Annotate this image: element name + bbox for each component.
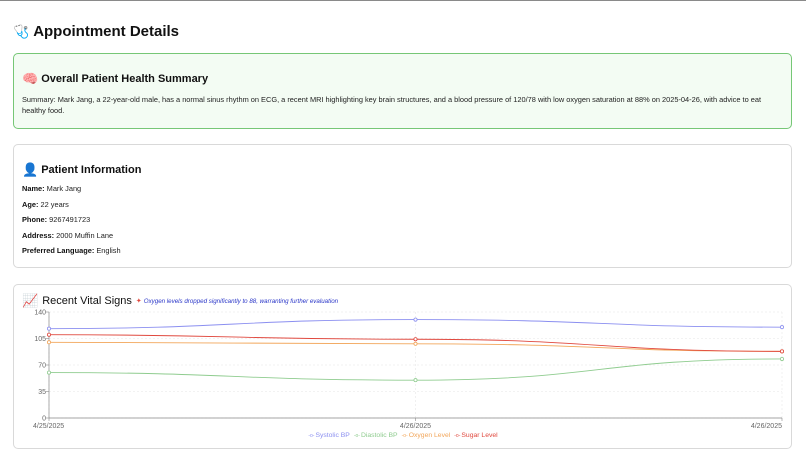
data-point — [413, 341, 418, 346]
x-tick-label: 4/26/2025 — [400, 423, 431, 430]
data-point — [413, 378, 418, 383]
x-tick-label: 4/25/2025 — [33, 423, 64, 430]
x-tick-label: 4/26/2025 — [751, 423, 782, 430]
legend-marker-icon: -o- — [353, 433, 360, 439]
legend-marker-icon: -o- — [401, 433, 408, 439]
data-point — [413, 337, 418, 342]
data-point — [413, 317, 418, 322]
legend-item[interactable]: -o-Systolic BP — [308, 432, 350, 439]
legend-marker-icon: -o- — [308, 433, 315, 439]
data-point — [780, 356, 785, 361]
y-tick-label: 140 — [34, 310, 46, 317]
legend-label: Systolic BP — [315, 432, 350, 439]
y-tick-label: 105 — [34, 336, 46, 343]
y-tick-label: 0 — [42, 416, 46, 423]
legend-item[interactable]: -o-Diastolic BP — [354, 432, 398, 439]
y-tick-label: 35 — [38, 389, 46, 396]
data-point — [47, 326, 52, 331]
data-point — [47, 332, 52, 337]
legend-label: Diastolic BP — [360, 432, 398, 439]
legend-label: Sugar Level — [461, 432, 498, 439]
vital-signs-chart[interactable]: 0 35 70 105 140 4/25/2025 4/26/2025 4/26/2025 — [0, 0, 806, 451]
legend-marker-icon: -o- — [454, 433, 461, 439]
data-point — [780, 349, 785, 354]
legend-item[interactable]: -o-Oxygen Level — [402, 432, 451, 439]
data-point — [47, 340, 52, 345]
data-point — [47, 370, 52, 375]
legend-item[interactable]: -o-Sugar Level — [454, 432, 497, 439]
y-tick-label: 70 — [38, 363, 46, 370]
chart-legend: -o-Systolic BP -o-Diastolic BP -o-Oxygen L… — [0, 432, 806, 439]
legend-label: Oxygen Level — [408, 432, 451, 439]
data-point — [780, 325, 785, 330]
